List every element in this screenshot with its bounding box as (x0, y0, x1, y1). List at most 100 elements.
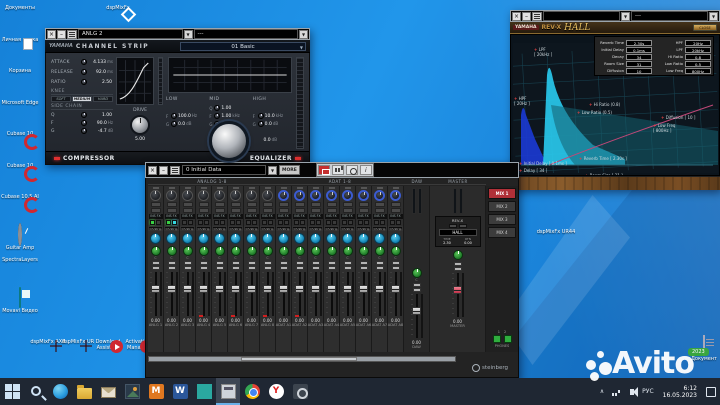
phase-button[interactable] (150, 208, 161, 213)
hpf-graph-label[interactable]: HPF [ 20Hz ] (514, 96, 530, 106)
channel-fader[interactable] (373, 272, 386, 316)
close-button[interactable]: CLOSE (693, 24, 717, 31)
pad-button[interactable] (374, 202, 385, 207)
phase-button[interactable] (182, 208, 193, 213)
input-gain-knob[interactable] (150, 190, 161, 201)
mute-solo-buttons[interactable] (359, 261, 368, 270)
pan-knob[interactable] (246, 246, 257, 256)
phase-button[interactable] (214, 208, 225, 213)
channel-fader[interactable] (309, 272, 322, 316)
mute-solo-buttons[interactable] (263, 261, 272, 270)
channel-fader[interactable] (197, 272, 210, 317)
send-knob[interactable] (182, 233, 193, 244)
send-knob[interactable] (230, 233, 241, 244)
param-knob[interactable] (81, 59, 87, 65)
sidechain-param-f[interactable]: F 90.0Hz (51, 119, 113, 127)
channel-strip-button[interactable]: Ch.Strip (292, 226, 307, 231)
send-knob[interactable] (214, 233, 225, 244)
param-knob[interactable] (81, 112, 87, 118)
fx-buttons[interactable] (262, 220, 273, 225)
mute-solo-buttons[interactable] (295, 261, 304, 270)
pan-knob[interactable] (230, 246, 241, 256)
pad-button[interactable] (278, 202, 289, 207)
input-gain-knob[interactable] (246, 190, 257, 201)
mute-solo-buttons[interactable] (215, 261, 224, 270)
input-gain-knob[interactable] (262, 190, 273, 201)
channel-fader[interactable] (389, 272, 402, 316)
phase-button[interactable] (342, 208, 353, 213)
desktop-icon-left-3[interactable]: Microsoft Edge (0, 99, 40, 106)
more-button[interactable]: MORE (279, 165, 300, 175)
pad-button[interactable] (294, 202, 305, 207)
mixer-channel-anlg-4[interactable]: INS FX Ch.Strip C 0.00 ANLG 4 (196, 186, 212, 352)
pan-knob[interactable] (294, 246, 305, 256)
taskbar-start-icon[interactable] (0, 378, 24, 405)
desktop-icon-left-8[interactable]: SpectraLayers (0, 256, 40, 263)
param-knob[interactable] (81, 128, 87, 134)
send-knob[interactable] (262, 233, 273, 244)
phase-button[interactable] (246, 208, 257, 213)
taskbar-m-icon[interactable]: M (144, 378, 168, 405)
desktop-icon-right-0[interactable]: dspMixFx UR44 (536, 228, 576, 235)
send-knob[interactable] (150, 233, 161, 244)
channel-fader[interactable] (277, 272, 290, 316)
input-gain-knob[interactable] (182, 190, 193, 201)
mixer-channel-adat-a4[interactable]: INS FX Ch.Strip C 0.00 ADAT A4 (324, 186, 340, 352)
channel-select-combo[interactable]: ANLG 2 (78, 29, 183, 39)
revx-param-initial-delay[interactable]: Initial Delay 0.1ms (597, 46, 652, 53)
channel-fader[interactable] (325, 272, 338, 316)
mix-button-mix-3[interactable]: MIX 3 (488, 214, 516, 225)
desktop-icon-left-1[interactable]: Личная папка (0, 36, 40, 43)
mute-solo-buttons[interactable] (279, 261, 288, 270)
phase-button[interactable] (230, 208, 241, 213)
revx-param-hi-ratio[interactable]: Hi Ratio 0.8 (656, 53, 711, 60)
param-knob[interactable] (81, 79, 87, 85)
tray-chevron-icon[interactable]: ∧ (596, 378, 608, 405)
taskbar-edge-icon[interactable] (48, 378, 72, 405)
gain-knob[interactable] (257, 121, 264, 127)
taskbar-set-icon[interactable] (288, 378, 312, 405)
mixer-channel-adat-a1[interactable]: INS FX Ch.Strip C 0.00 ADAT A1 (276, 186, 292, 352)
chevron-down-icon[interactable]: ▼ (183, 29, 193, 39)
mute-solo-buttons[interactable] (231, 261, 240, 270)
language-indicator[interactable]: РУС (638, 378, 657, 405)
pad-button[interactable] (390, 202, 401, 207)
chevron-down-icon[interactable]: ▼ (709, 11, 718, 21)
slot-combo[interactable] (543, 11, 620, 21)
pan-knob[interactable] (374, 246, 385, 256)
mixer-channel-anlg-5[interactable]: INS FX Ch.Strip C 0.00 ANLG 5 (212, 186, 228, 352)
channel-fader[interactable] (165, 272, 178, 316)
send-knob[interactable] (246, 233, 257, 244)
revx-type-select[interactable]: HALL (438, 229, 477, 236)
freq-knob[interactable] (171, 113, 177, 119)
revx-param-decay[interactable]: Decay 34 (597, 53, 652, 60)
phase-button[interactable] (278, 208, 289, 213)
input-gain-knob[interactable] (198, 190, 209, 201)
mixer-channel-anlg-3[interactable]: INS FX Ch.Strip C 0.00 ANLG 3 (180, 186, 196, 352)
notification-icon[interactable] (702, 378, 720, 405)
input-gain-knob[interactable] (374, 190, 385, 201)
send-knob[interactable] (326, 233, 337, 244)
close-icon[interactable]: × (512, 11, 521, 21)
send-knob[interactable] (294, 233, 305, 244)
send-knob[interactable] (342, 233, 353, 244)
taskbar-mail-icon[interactable] (96, 378, 120, 405)
morph-knob[interactable] (209, 121, 249, 161)
master-strip[interactable]: REV-X HALL TIME 2.30 RTN 0.00 0.00 MASTE… (430, 186, 486, 352)
taskbar-folder-icon[interactable] (72, 378, 96, 405)
channel-strip-button[interactable]: Ch.Strip (244, 226, 259, 231)
pan-knob[interactable] (214, 246, 225, 256)
send-knob[interactable] (278, 233, 289, 244)
pad-button[interactable] (150, 202, 161, 207)
desktop-icon-left-6[interactable]: Cubase 10.5 AI (0, 193, 40, 200)
phase-button[interactable] (294, 208, 305, 213)
master-pan-knob[interactable] (452, 250, 463, 260)
taskbar-pics-icon[interactable] (120, 378, 144, 405)
gear-icon[interactable] (345, 165, 358, 175)
phase-button[interactable] (262, 208, 273, 213)
fx-buttons[interactable] (374, 220, 385, 225)
channel-strip-button[interactable]: Ch.Strip (212, 226, 227, 231)
pad-button[interactable] (358, 202, 369, 207)
scene-combo[interactable]: 0 Initial Data (182, 165, 266, 175)
channel-strip-button[interactable]: Ch.Strip (196, 226, 211, 231)
